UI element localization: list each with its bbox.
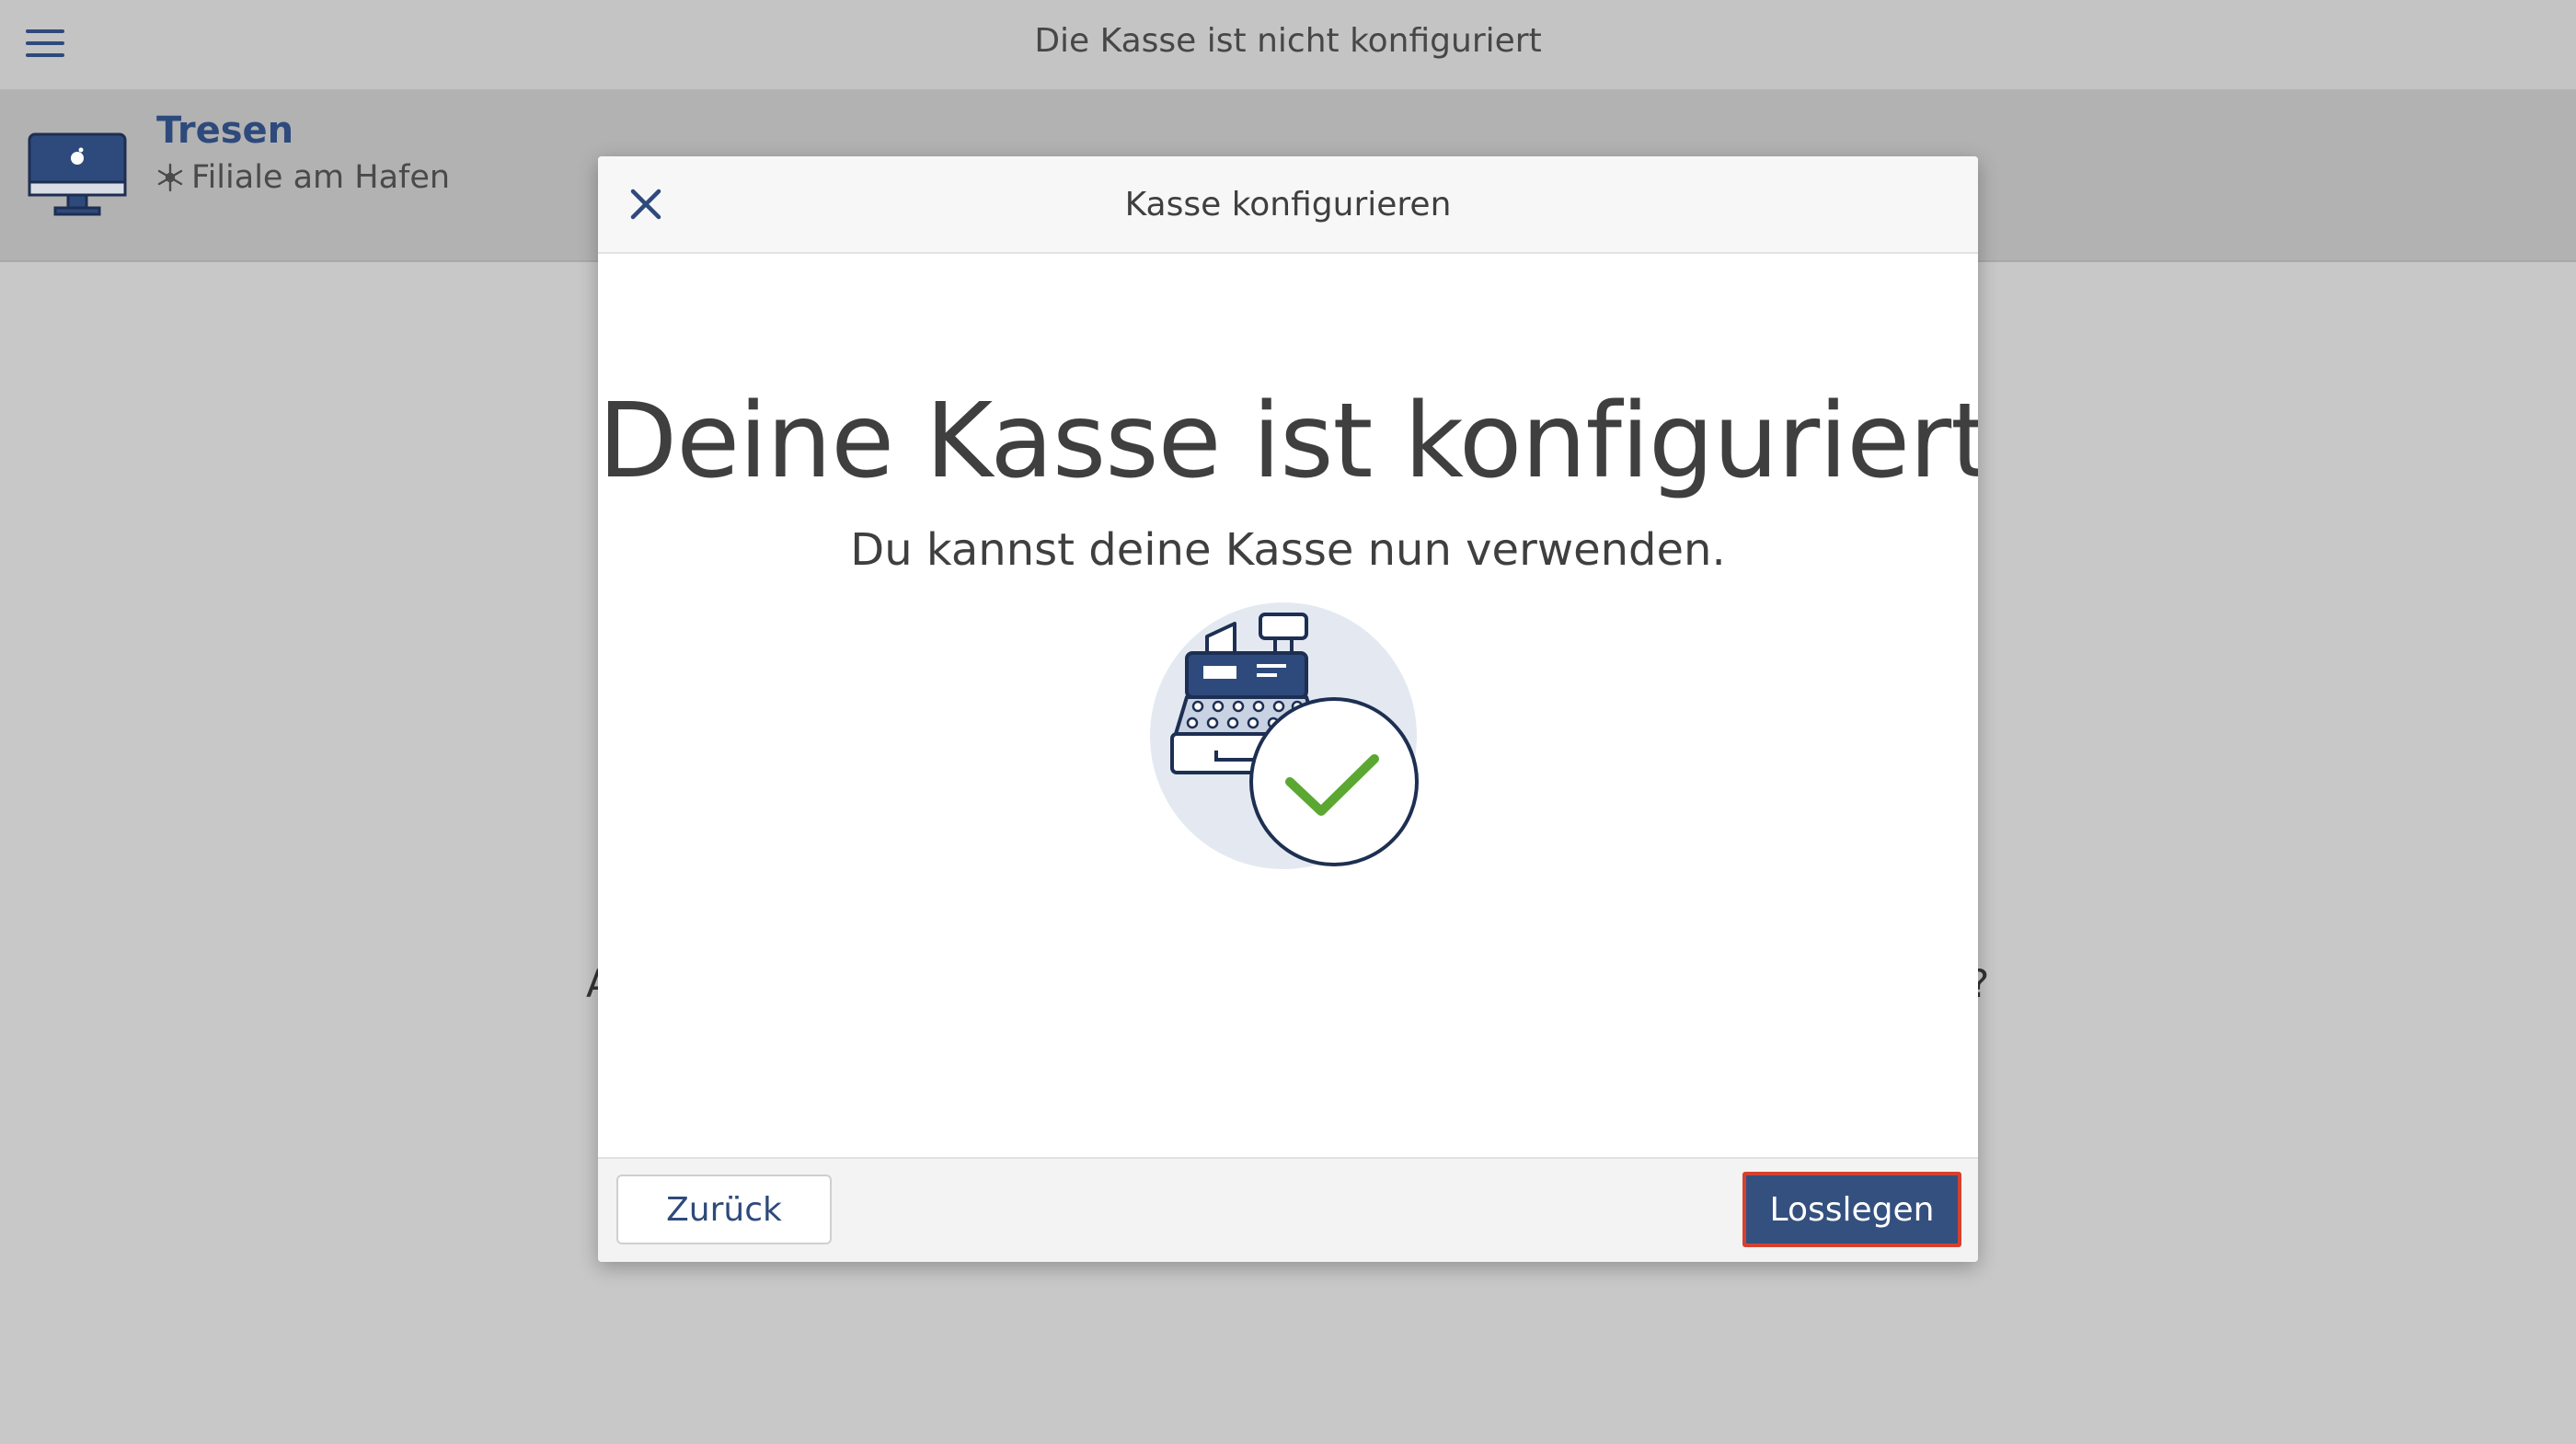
- cash-register-check-icon: [1150, 602, 1419, 869]
- desktop-computer-icon: [28, 132, 127, 216]
- app-title: Die Kasse ist nicht konfiguriert: [1034, 22, 1542, 60]
- device-name: Tresen: [156, 109, 294, 152]
- success-headline: Deine Kasse ist konfiguriert: [598, 382, 1978, 501]
- back-button[interactable]: Zurück: [616, 1175, 832, 1244]
- get-started-button[interactable]: Losslegen: [1742, 1172, 1961, 1247]
- dialog-footer: Zurück Losslegen: [598, 1157, 1978, 1262]
- snowflake-icon: [157, 163, 183, 192]
- configure-dialog: Kasse konfigurieren Deine Kasse ist konf…: [598, 156, 1978, 1262]
- device-branch: Filiale am Hafen: [155, 159, 450, 196]
- dialog-title: Kasse konfigurieren: [1124, 186, 1452, 223]
- dialog-header: Kasse konfigurieren: [598, 156, 1978, 254]
- success-message: Du kannst deine Kasse nun verwenden.: [850, 524, 1726, 576]
- top-bar: Die Kasse ist nicht konfiguriert: [0, 0, 2576, 91]
- branch-label: Filiale am Hafen: [191, 159, 451, 196]
